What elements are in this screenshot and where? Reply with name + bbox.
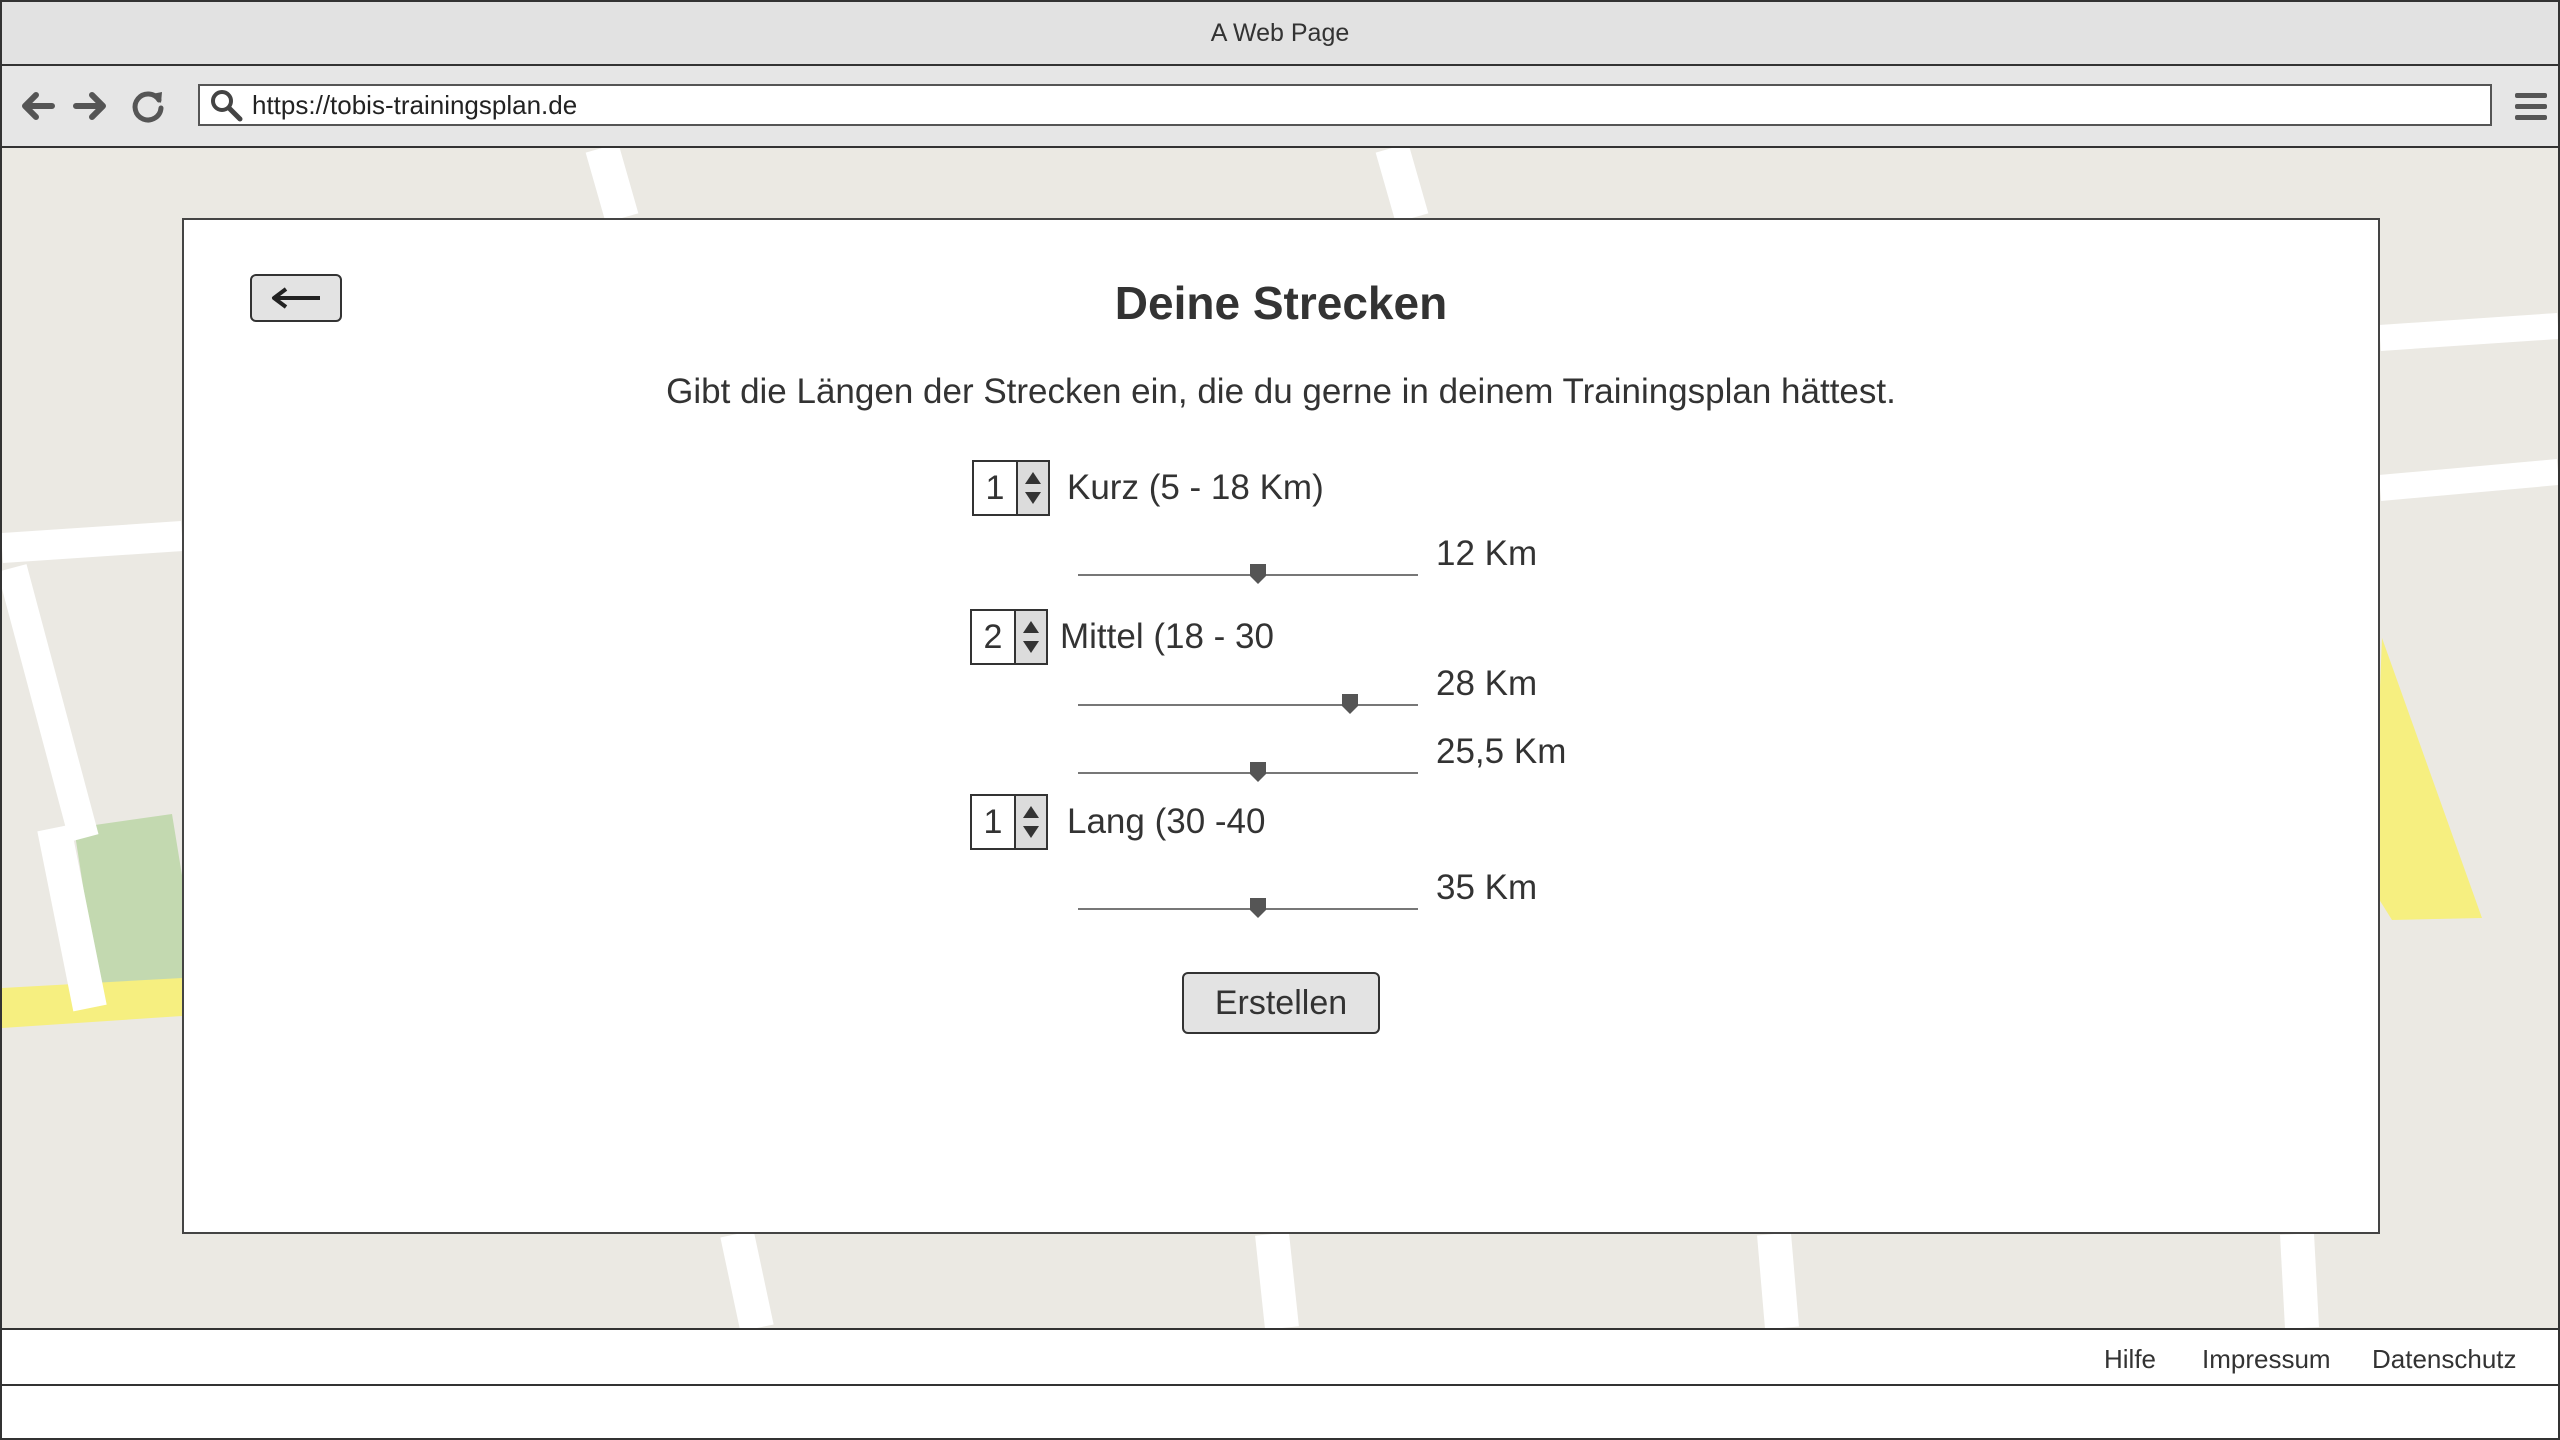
- stepper-mittel-value: 2: [983, 617, 1003, 656]
- category-label-mittel: Mittel (18 - 30: [1060, 617, 1274, 656]
- category-label-kurz: Kurz (5 - 18 Km): [1067, 468, 1324, 507]
- browser-window: A Web Page https://tobis-trainingsplan.d…: [0, 0, 2560, 1440]
- up-down-arrows-icon: [1023, 621, 1039, 653]
- page-footer: Hilfe Impressum Datenschutz: [2, 1328, 2558, 1386]
- browser-toolbar: [2, 66, 2558, 148]
- stepper-mittel[interactable]: 2: [970, 609, 1048, 665]
- back-arrow-icon[interactable]: [18, 86, 58, 126]
- window-title: A Web Page: [1210, 18, 1350, 47]
- slider-track: [1078, 574, 1418, 576]
- page-title: Deine Strecken: [1114, 277, 1448, 329]
- footer-link-imprint[interactable]: Impressum: [2202, 1344, 2331, 1375]
- forward-arrow-icon[interactable]: [70, 86, 110, 126]
- window-title-bar: A Web Page: [2, 2, 2558, 66]
- reload-icon[interactable]: [128, 86, 168, 126]
- slider-mittel-2[interactable]: [1078, 758, 1418, 788]
- hamburger-menu-icon[interactable]: [2512, 88, 2550, 126]
- category-label-lang: Lang (30 -40: [1067, 802, 1266, 841]
- slider-value-lang: 35 Km: [1436, 868, 1538, 907]
- page-subtitle: Gibt die Längen der Strecken ein, die du…: [666, 372, 1896, 411]
- slider-track: [1078, 908, 1418, 910]
- slider-track: [1078, 704, 1418, 706]
- slider-lang[interactable]: [1078, 894, 1418, 924]
- url-input[interactable]: [252, 89, 2452, 121]
- up-down-arrows-icon: [1025, 472, 1041, 504]
- slider-value-mittel-2: 25,5 Km: [1436, 732, 1567, 771]
- slider-value-kurz: 12 Km: [1436, 534, 1538, 573]
- stepper-lang-arrows[interactable]: [1014, 796, 1046, 848]
- slider-thumb[interactable]: [1341, 693, 1359, 715]
- stepper-lang-value: 1: [983, 802, 1003, 841]
- stepper-lang[interactable]: 1: [970, 794, 1048, 850]
- slider-mittel-1[interactable]: [1078, 690, 1418, 720]
- address-bar[interactable]: [198, 84, 2492, 126]
- slider-kurz[interactable]: [1078, 560, 1418, 590]
- slider-track: [1078, 772, 1418, 774]
- stepper-mittel-arrows[interactable]: [1014, 611, 1046, 663]
- slider-thumb[interactable]: [1249, 897, 1267, 919]
- page-viewport: Deine Strecken Gibt die Längen der Strec…: [2, 148, 2558, 1328]
- up-down-arrows-icon: [1023, 806, 1039, 838]
- track-length-dialog: Deine Strecken Gibt die Längen der Strec…: [182, 218, 2380, 1234]
- stepper-kurz-arrows[interactable]: [1016, 462, 1048, 514]
- slider-value-mittel-1: 28 Km: [1436, 664, 1538, 703]
- slider-thumb[interactable]: [1249, 761, 1267, 783]
- slider-thumb[interactable]: [1249, 563, 1267, 585]
- stepper-kurz[interactable]: 1: [972, 460, 1050, 516]
- create-button[interactable]: Erstellen: [1182, 972, 1380, 1034]
- stepper-kurz-value: 1: [985, 468, 1005, 507]
- search-icon: [211, 90, 243, 122]
- footer-link-privacy[interactable]: Datenschutz: [2372, 1344, 2517, 1375]
- footer-link-help[interactable]: Hilfe: [2104, 1344, 2156, 1375]
